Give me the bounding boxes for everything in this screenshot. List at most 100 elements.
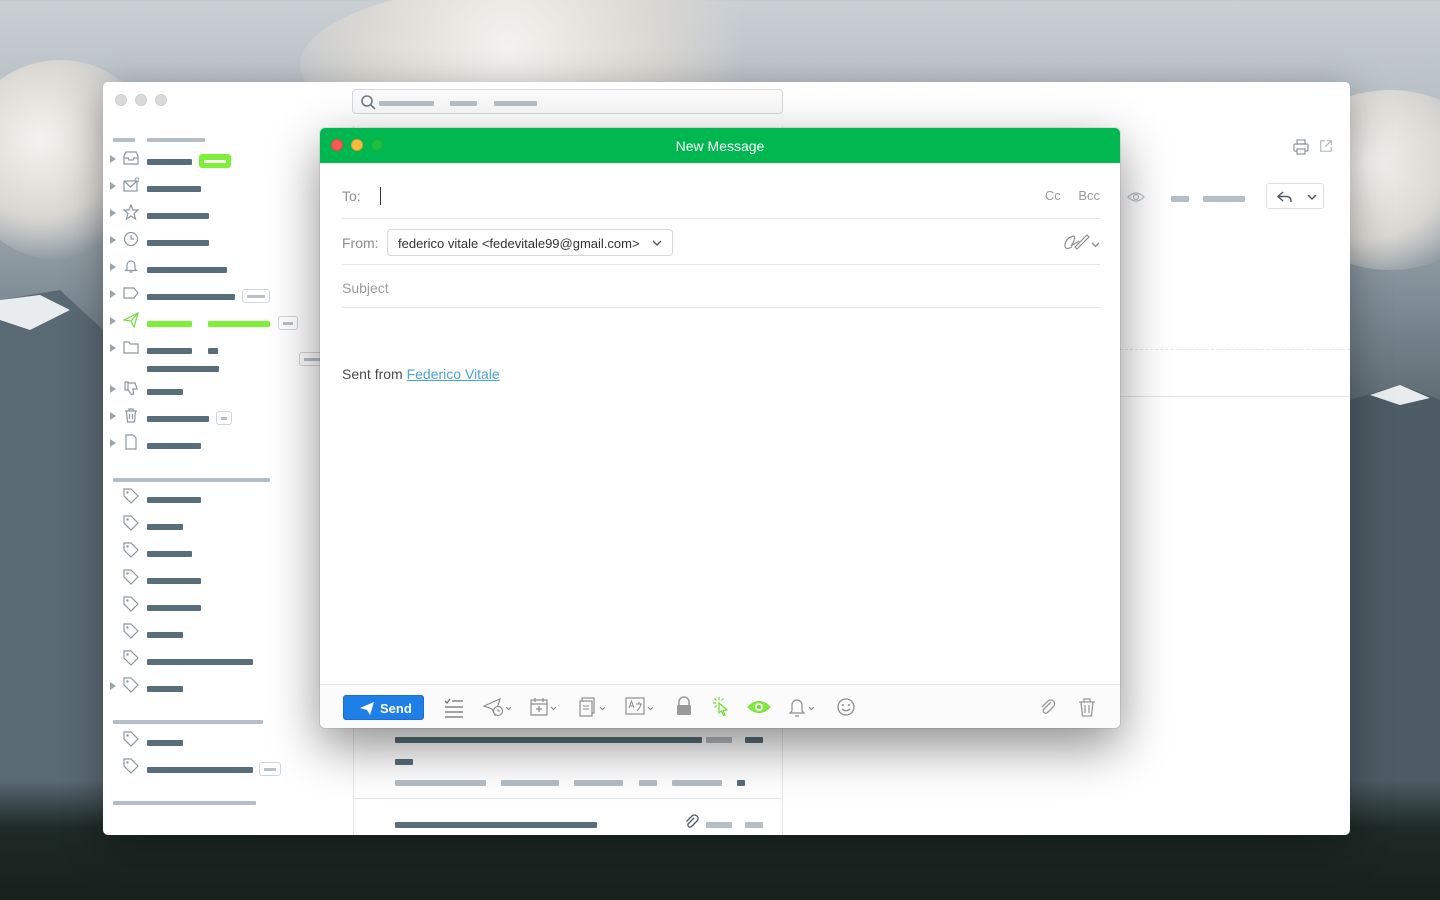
sidebar-tag-item[interactable] bbox=[103, 731, 353, 751]
eye-icon bbox=[1127, 192, 1145, 202]
sidebar-item-starred[interactable] bbox=[103, 204, 353, 224]
tag-icon bbox=[123, 596, 139, 612]
sidebar-item-inbox[interactable] bbox=[103, 150, 353, 170]
print-icon[interactable] bbox=[1293, 139, 1309, 155]
send-later-icon[interactable] bbox=[483, 696, 513, 718]
paper-plane-icon bbox=[123, 312, 139, 328]
tag-icon bbox=[123, 623, 139, 639]
sidebar-section-heading bbox=[113, 720, 263, 724]
tag-icon bbox=[123, 677, 139, 693]
translate-icon[interactable] bbox=[625, 696, 657, 718]
compose-toolbar: Send bbox=[320, 684, 1120, 728]
redacted-text bbox=[379, 101, 434, 106]
tag-icon bbox=[123, 515, 139, 531]
inbox-icon bbox=[123, 151, 139, 165]
thumbs-down-icon bbox=[124, 381, 138, 396]
message-body[interactable]: Sent from Federico Vitale bbox=[342, 366, 500, 382]
bcc-button[interactable]: Bcc bbox=[1078, 188, 1100, 203]
from-label: From: bbox=[342, 235, 379, 251]
open-external-icon[interactable] bbox=[1319, 139, 1333, 153]
tag-icon bbox=[123, 569, 139, 585]
sidebar bbox=[103, 126, 353, 835]
clock-icon bbox=[123, 231, 139, 247]
reply-icon[interactable] bbox=[1277, 190, 1293, 204]
sidebar-tag-item[interactable] bbox=[103, 623, 353, 643]
sidebar-item-drafts[interactable] bbox=[103, 434, 353, 454]
compose-titlebar[interactable]: New Message bbox=[320, 128, 1120, 163]
bell-icon bbox=[124, 260, 138, 273]
checklist-icon[interactable] bbox=[444, 696, 464, 718]
lock-icon[interactable] bbox=[675, 696, 693, 718]
sidebar-tag-item[interactable] bbox=[103, 515, 353, 535]
search-icon bbox=[361, 95, 376, 110]
zoom-window-button[interactable] bbox=[155, 94, 167, 106]
reply-button-group[interactable] bbox=[1266, 183, 1324, 209]
sidebar-tag-item[interactable] bbox=[103, 596, 353, 616]
tag-icon bbox=[123, 731, 139, 747]
compose-window: New Message To: Cc Bcc From: federico vi… bbox=[320, 128, 1120, 728]
unread-mail-icon bbox=[123, 177, 139, 192]
sidebar-tag-item[interactable] bbox=[103, 650, 353, 670]
click-tracking-icon[interactable] bbox=[711, 696, 731, 718]
signature-link[interactable]: Federico Vitale bbox=[407, 366, 500, 382]
subject-row[interactable]: Subject bbox=[342, 265, 1100, 308]
sidebar-item-snoozed[interactable] bbox=[103, 231, 353, 251]
message-list-item[interactable] bbox=[354, 800, 782, 835]
subject-input[interactable]: Subject bbox=[342, 280, 389, 296]
redacted-text bbox=[1203, 196, 1245, 202]
sidebar-heading bbox=[147, 138, 205, 142]
sidebar-item-labels[interactable] bbox=[103, 285, 353, 305]
sidebar-tag-item[interactable] bbox=[103, 542, 353, 562]
sidebar-item-folders[interactable] bbox=[103, 339, 353, 375]
sidebar-heading bbox=[113, 138, 135, 142]
chevron-down-icon[interactable] bbox=[1307, 193, 1317, 201]
cc-button[interactable]: Cc bbox=[1045, 188, 1061, 203]
tag-icon bbox=[123, 650, 139, 666]
document-icon bbox=[125, 434, 137, 450]
tag-icon bbox=[123, 488, 139, 504]
sidebar-item-sent[interactable] bbox=[103, 312, 353, 332]
reminder-icon[interactable] bbox=[788, 696, 820, 718]
trash-icon bbox=[125, 408, 137, 423]
signature-prefix: Sent from bbox=[342, 366, 407, 382]
from-account-value: federico vitale <fedevitale99@gmail.com> bbox=[398, 236, 640, 251]
attachment-icon[interactable] bbox=[1039, 696, 1057, 718]
minimize-window-button[interactable] bbox=[135, 94, 147, 106]
templates-icon[interactable] bbox=[579, 696, 609, 718]
paperclip-icon bbox=[686, 814, 699, 828]
sidebar-item-unread[interactable] bbox=[103, 177, 353, 197]
label-icon bbox=[123, 287, 139, 299]
sidebar-tag-item[interactable] bbox=[103, 569, 353, 589]
sidebar-tag-item[interactable] bbox=[103, 758, 353, 778]
text-cursor bbox=[380, 187, 381, 205]
close-window-button[interactable] bbox=[115, 94, 127, 106]
calendar-icon[interactable] bbox=[530, 696, 560, 718]
chevron-down-icon bbox=[652, 240, 662, 246]
message-list-item[interactable] bbox=[354, 731, 782, 799]
from-account-select[interactable]: federico vitale <fedevitale99@gmail.com> bbox=[387, 229, 673, 256]
signature-icon[interactable] bbox=[1062, 231, 1100, 253]
sidebar-item-trash[interactable] bbox=[103, 407, 353, 427]
cc-bcc-toggles: Cc Bcc bbox=[1031, 188, 1100, 203]
star-icon bbox=[123, 204, 139, 220]
divider bbox=[1120, 396, 1350, 397]
sidebar-item-reminders[interactable] bbox=[103, 258, 353, 278]
sidebar-tag-item[interactable] bbox=[103, 677, 353, 697]
tag-icon bbox=[123, 758, 139, 774]
compose-title: New Message bbox=[675, 138, 765, 154]
from-row: From: federico vitale <fedevitale99@gmai… bbox=[342, 219, 1100, 265]
folder-icon bbox=[123, 341, 139, 354]
divider bbox=[1120, 349, 1350, 350]
send-button[interactable]: Send bbox=[343, 695, 424, 720]
discard-draft-icon[interactable] bbox=[1078, 696, 1096, 718]
sidebar-section-heading bbox=[113, 478, 270, 482]
sidebar-item-spam[interactable] bbox=[103, 380, 353, 400]
sidebar-tag-item[interactable] bbox=[103, 488, 353, 508]
window-controls bbox=[115, 94, 167, 106]
read-receipt-icon[interactable] bbox=[747, 696, 771, 718]
emoji-icon[interactable] bbox=[836, 696, 856, 718]
tag-icon bbox=[123, 542, 139, 558]
search-input[interactable] bbox=[352, 89, 783, 114]
redacted-text bbox=[450, 101, 477, 106]
to-input[interactable] bbox=[378, 177, 1028, 209]
